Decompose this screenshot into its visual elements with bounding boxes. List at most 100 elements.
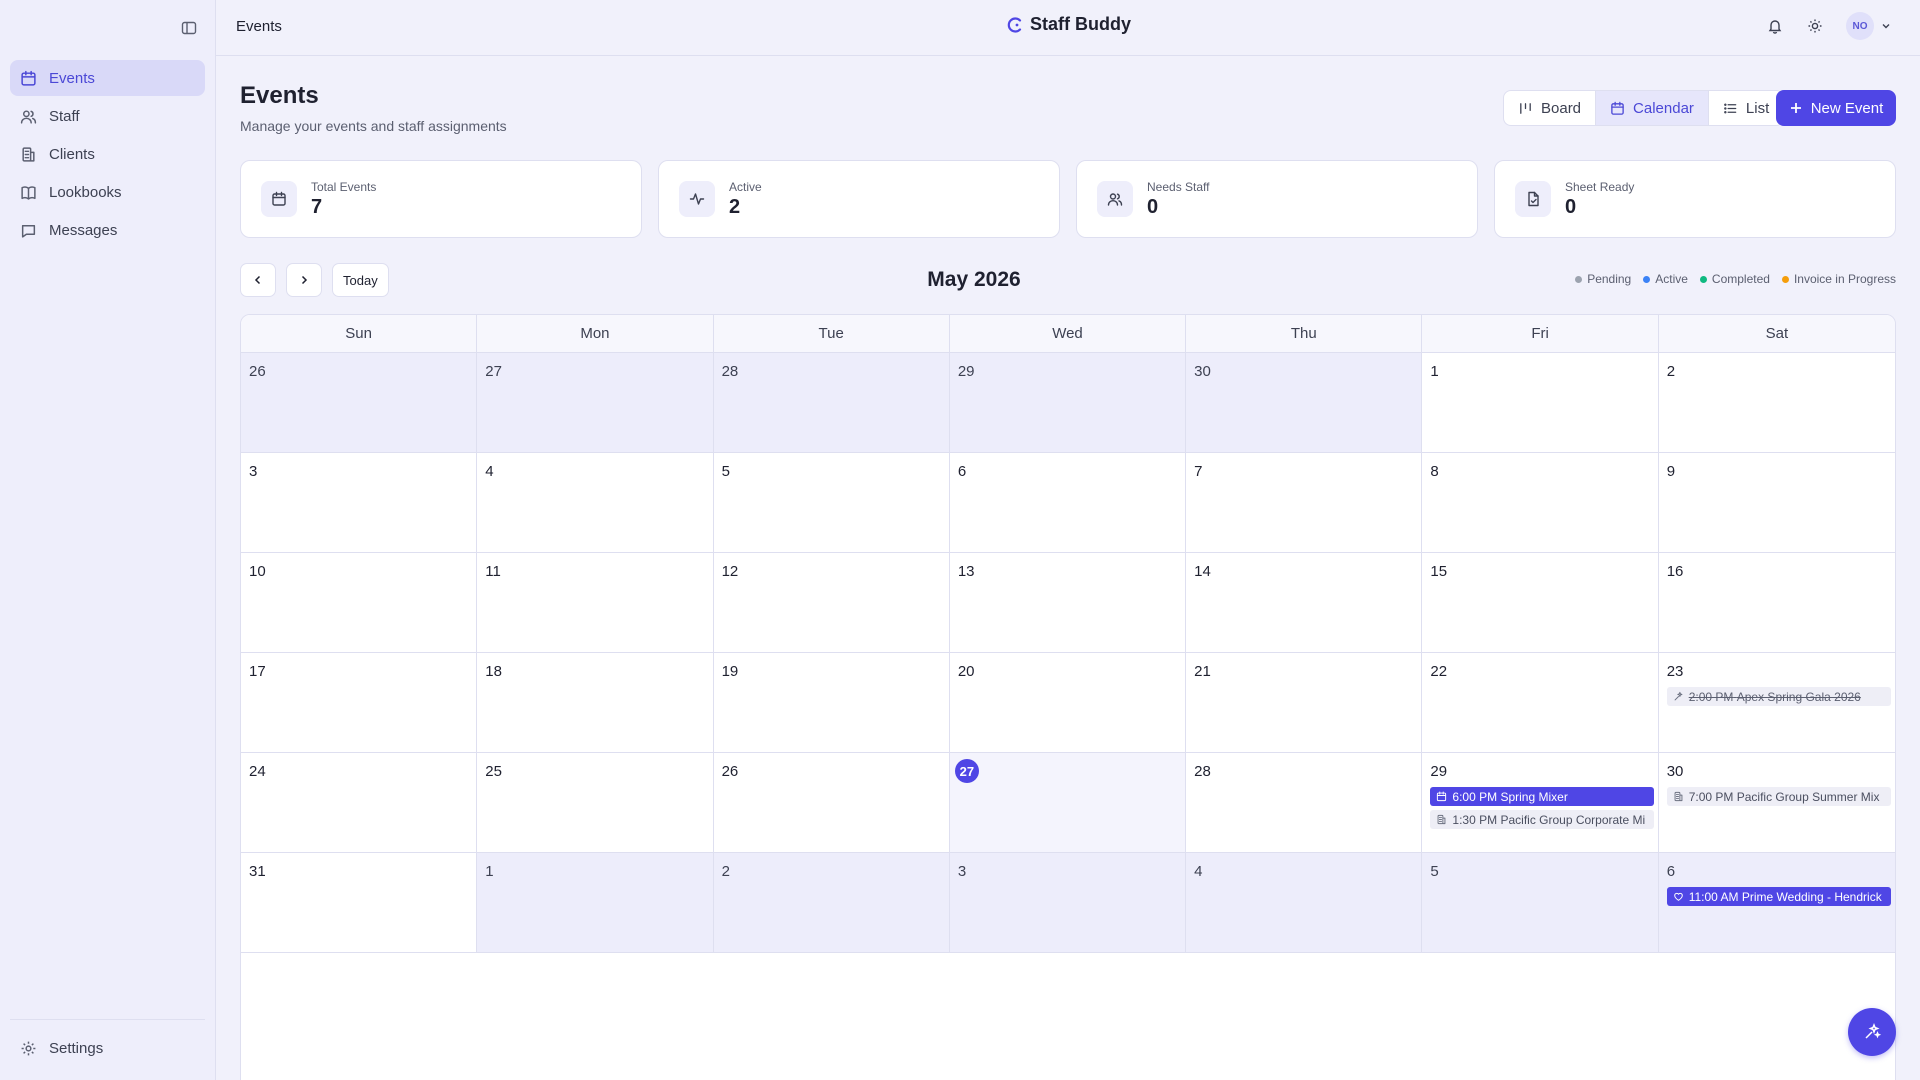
day-cell[interactable]: 11 — [477, 553, 714, 653]
day-number: 4 — [1194, 862, 1203, 880]
day-cell[interactable]: 9 — [1658, 453, 1895, 553]
day-cell[interactable]: 2 — [1658, 353, 1895, 453]
day-cell[interactable]: 5 — [713, 453, 950, 553]
sidebar-item-settings[interactable]: Settings — [10, 1030, 205, 1066]
day-cell[interactable]: 27 — [949, 753, 1187, 853]
day-cell[interactable]: 8 — [1422, 453, 1659, 553]
day-cell[interactable]: 21 — [1186, 653, 1423, 753]
event-text: 2:00 PM Apex Spring Gala 2026 — [1689, 690, 1861, 704]
list-icon — [1724, 103, 1737, 113]
notifications-button[interactable] — [1764, 15, 1786, 37]
day-cell[interactable]: 26 — [241, 353, 478, 453]
new-event-button[interactable]: New Event — [1776, 90, 1896, 126]
day-cell[interactable]: 3 — [949, 853, 1187, 953]
calendar-event[interactable]: 7:00 PM Pacific Group Summer Mix — [1666, 787, 1891, 806]
sidebar-item-events[interactable]: Events — [10, 60, 205, 96]
day-number: 7 — [1194, 462, 1203, 480]
view-label: Calendar — [1633, 99, 1694, 117]
stat-card-total-events: Total Events 7 — [240, 160, 642, 238]
day-cell[interactable]: 30 — [1186, 353, 1423, 453]
user-menu[interactable]: NO — [1846, 12, 1892, 40]
day-cell[interactable]: 5 — [1422, 853, 1659, 953]
day-cell[interactable]: 26 — [713, 753, 950, 853]
day-number: 5 — [721, 462, 730, 480]
legend-item: Completed — [1699, 272, 1770, 286]
day-cell[interactable]: 6 — [949, 453, 1187, 553]
legend-label: Invoice in Progress — [1793, 272, 1896, 286]
day-cell[interactable]: 1 — [1422, 353, 1659, 453]
today-button[interactable]: Today — [332, 263, 389, 297]
event-time: 7:00 PM — [1688, 789, 1734, 804]
day-cell[interactable]: 3 — [241, 453, 478, 553]
day-cell[interactable]: 10 — [241, 553, 478, 653]
day-cell[interactable]: 12 — [713, 553, 950, 653]
calendar-event[interactable]: 6:00 PM Spring Mixer — [1430, 787, 1654, 806]
chevron-down-icon — [1882, 24, 1890, 29]
day-cell[interactable]: 20 — [949, 653, 1187, 753]
day-cell[interactable]: 17 — [241, 653, 478, 753]
event-time: 1:30 PM — [1452, 812, 1498, 827]
event-title: Spring Mixer — [1500, 789, 1568, 804]
day-number: 9 — [1666, 462, 1676, 480]
day-cell[interactable]: 25 — [477, 753, 714, 853]
status-legend: Pending Active Completed Invoice in Progres… — [1575, 272, 1896, 286]
day-cell[interactable]: 23 2:00 PM Apex Spring Gala 2026 — [1658, 653, 1895, 753]
day-cell[interactable]: 6 11:00 AM Prime Wedding - Hendrick — [1658, 853, 1895, 953]
day-cell[interactable]: 19 — [713, 653, 950, 753]
logo[interactable]: Staff Buddy — [1006, 14, 1131, 35]
calendar-icon — [272, 191, 286, 206]
day-cell[interactable]: 7 — [1186, 453, 1423, 553]
event-time: 11:00 AM — [1688, 889, 1739, 904]
weekday-tue: Tue — [714, 315, 950, 352]
day-number: 12 — [721, 562, 739, 580]
day-cell[interactable]: 2 — [713, 853, 950, 953]
view-list-button[interactable]: List — [1709, 91, 1783, 125]
day-cell[interactable]: 31 — [241, 853, 478, 953]
day-number: 19 — [721, 662, 739, 680]
day-number: 4 — [485, 462, 494, 480]
day-cell[interactable]: 29 6:00 PM Spring Mixer 1:30 PM Pacific Gr… — [1422, 753, 1659, 853]
prev-month-button[interactable] — [240, 263, 276, 297]
calendar-event[interactable]: 1:30 PM Pacific Group Corporate Mi — [1430, 810, 1654, 829]
day-cell[interactable]: 28 — [1186, 753, 1423, 853]
ai-assistant-button[interactable] — [1848, 1008, 1896, 1056]
day-cell[interactable]: 4 — [477, 453, 714, 553]
day-number: 24 — [249, 762, 266, 780]
day-cell[interactable]: 15 — [1422, 553, 1659, 653]
day-cell[interactable]: 14 — [1186, 553, 1423, 653]
calendar-event[interactable]: 2:00 PM Apex Spring Gala 2026 — [1666, 687, 1891, 706]
sidebar-item-clients[interactable]: Clients — [10, 136, 205, 172]
day-cell[interactable]: 24 — [241, 753, 478, 853]
stat-value: 7 — [311, 195, 323, 218]
view-calendar-button[interactable]: Calendar — [1596, 91, 1709, 125]
day-cell[interactable]: 4 — [1186, 853, 1423, 953]
weekday-mon: Mon — [477, 315, 714, 352]
sidebar-item-staff[interactable]: Staff — [10, 98, 205, 134]
event-text: 1:30 PM Pacific Group Corporate Mi — [1452, 813, 1645, 827]
activity-icon — [689, 193, 705, 205]
day-cell[interactable]: 18 — [477, 653, 714, 753]
view-board-button[interactable]: Board — [1504, 91, 1597, 125]
calendar-event[interactable]: 11:00 AM Prime Wedding - Hendrick — [1666, 887, 1891, 906]
sidebar-toggle-button[interactable] — [178, 17, 200, 39]
theme-toggle-button[interactable] — [1804, 15, 1826, 37]
top-header: Events Staff Buddy NO — [216, 0, 1920, 56]
day-cell[interactable]: 29 — [949, 353, 1187, 453]
stat-icon — [261, 181, 297, 217]
day-cell[interactable]: 27 — [477, 353, 714, 453]
day-cell[interactable]: 13 — [949, 553, 1187, 653]
day-cell[interactable]: 28 — [713, 353, 950, 453]
day-number: 17 — [249, 662, 266, 680]
event-title: Pacific Group Corporate Mi — [1500, 812, 1646, 827]
weekday-thu: Thu — [1186, 315, 1423, 352]
sidebar-item-lookbooks[interactable]: Lookbooks — [10, 174, 205, 210]
day-cell[interactable]: 30 7:00 PM Pacific Group Summer Mix — [1658, 753, 1895, 853]
stat-label: Total Events — [311, 179, 377, 194]
next-month-button[interactable] — [286, 263, 322, 297]
sidebar-item-messages[interactable]: Messages — [10, 212, 205, 248]
day-cell[interactable]: 16 — [1658, 553, 1895, 653]
day-cell[interactable]: 1 — [477, 853, 714, 953]
sidebar-item-label: Settings — [49, 1039, 104, 1057]
day-cell[interactable]: 22 — [1422, 653, 1659, 753]
day-number: 27 — [485, 362, 502, 380]
